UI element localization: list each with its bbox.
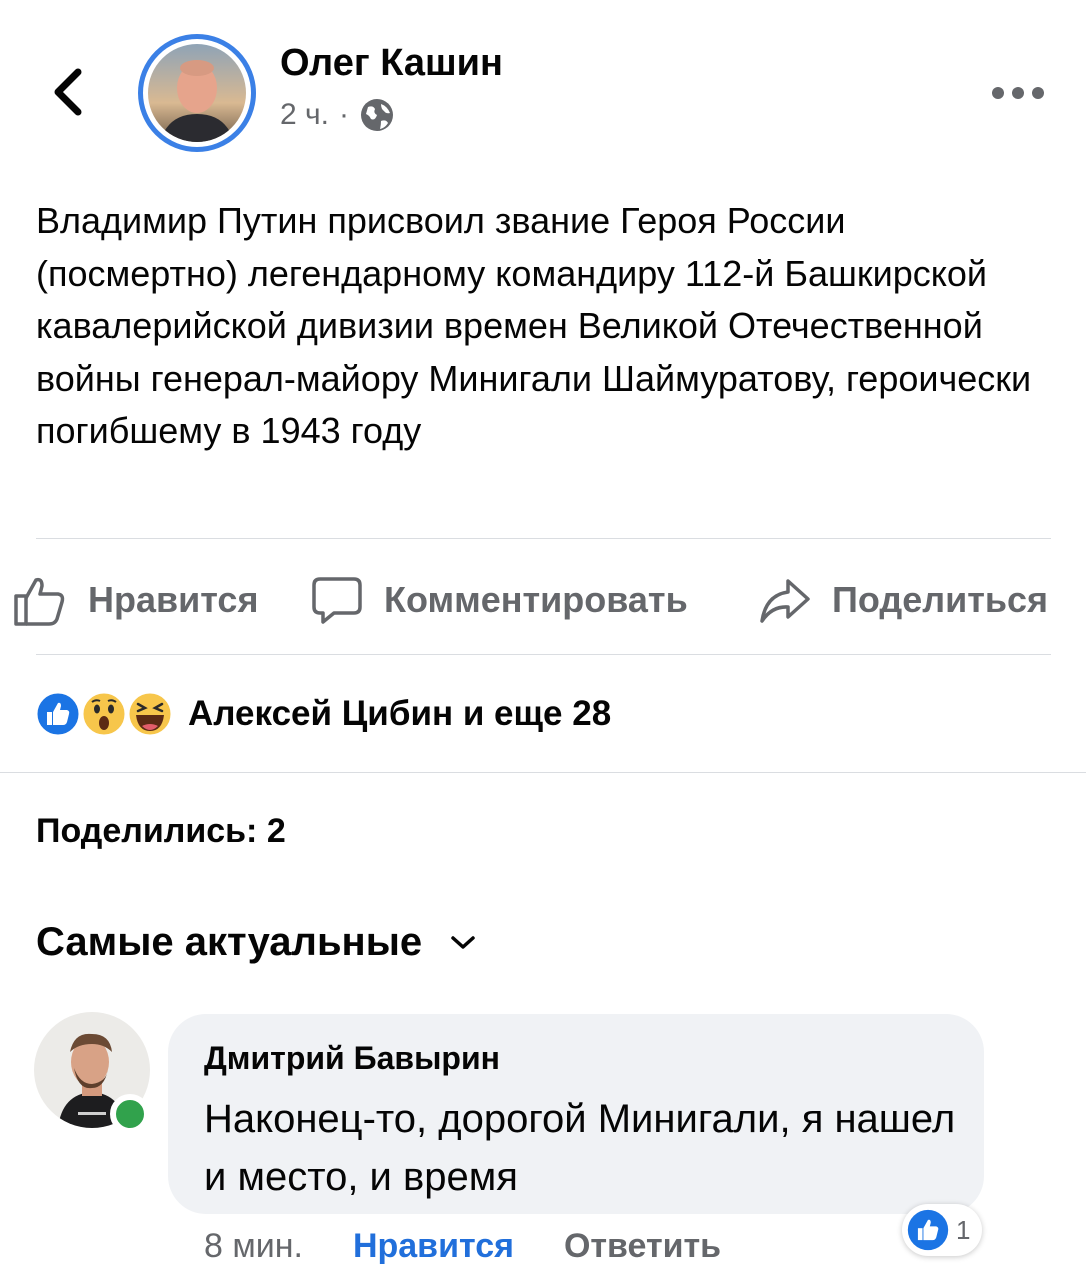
commenter-name[interactable]: Дмитрий Бавырин [204, 1040, 500, 1077]
comment-bubble-icon [312, 577, 362, 624]
reaction-icons [34, 688, 176, 740]
divider [36, 654, 1051, 655]
shares-count[interactable]: Поделились: 2 [36, 812, 286, 851]
sort-label: Самые актуальные [36, 920, 423, 964]
globe-icon [360, 99, 393, 131]
reactions-summary-text: Алексей Цибин и еще 28 [188, 694, 612, 733]
comment-like-count: 1 [956, 1214, 971, 1245]
share-button[interactable]: Поделиться [758, 570, 1048, 630]
author-avatar[interactable] [138, 34, 256, 152]
comment-reply-button[interactable]: Ответить [564, 1227, 721, 1266]
post-time[interactable]: 2 ч. [280, 98, 329, 132]
chevron-left-icon [54, 68, 82, 116]
more-options-button[interactable] [990, 80, 1046, 106]
comment-time[interactable]: 8 мин. [204, 1227, 303, 1266]
post-meta: 2 ч. · [280, 97, 395, 133]
share-arrow-icon [760, 579, 810, 623]
author-name[interactable]: Олег Кашин [280, 42, 503, 85]
comment-reaction-count[interactable]: 1 [902, 1204, 983, 1256]
comment-button[interactable]: Комментировать [310, 570, 688, 630]
back-button[interactable] [40, 62, 100, 122]
comment-sort-dropdown[interactable]: Самые актуальные [36, 920, 476, 965]
comment-bubble: Дмитрий Бавырин Наконец-то, дорогой Мини… [168, 1014, 984, 1214]
share-label: Поделиться [832, 579, 1049, 620]
meta-separator: · [338, 98, 349, 131]
online-status-indicator [110, 1094, 150, 1134]
divider [36, 538, 1051, 539]
like-reaction-icon [34, 690, 82, 738]
comment-label: Комментировать [384, 579, 688, 620]
comment-text: Наконец-то, дорогой Минигали, я нашел и … [204, 1097, 956, 1199]
like-button[interactable]: Нравится [12, 570, 258, 630]
post-header: Олег Кашин 2 ч. · [0, 0, 1086, 160]
chevron-down-icon [451, 935, 475, 949]
author-photo [148, 44, 246, 142]
comment-like-button[interactable]: Нравится [353, 1227, 514, 1266]
ellipsis-icon [992, 87, 1044, 99]
post-text: Владимир Путин присвоил звание Героя Рос… [36, 200, 1032, 451]
section-divider [0, 772, 1086, 773]
wow-reaction-icon [80, 690, 128, 738]
post-action-bar: Нравится Комментировать Поделиться [0, 560, 1086, 640]
haha-reaction-icon [126, 690, 174, 738]
reactions-summary[interactable]: Алексей Цибин и еще 28 [34, 688, 611, 740]
comment-meta: 8 мин. Нравится Ответить [204, 1224, 721, 1268]
like-label: Нравится [88, 579, 259, 620]
like-reaction-icon [907, 1209, 949, 1251]
thumbs-up-outline-icon [14, 577, 65, 626]
